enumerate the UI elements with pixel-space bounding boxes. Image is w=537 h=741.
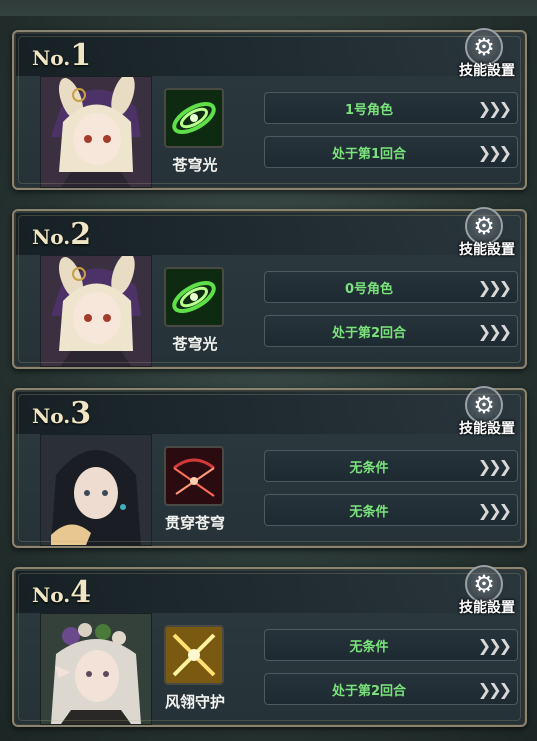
skill-settings-label[interactable]: 技能設置	[459, 60, 515, 80]
condition-1-button[interactable]: 0号角色 ❯❯❯	[264, 271, 518, 303]
rank-prefix: No.	[32, 225, 71, 249]
rank-number: 4	[70, 575, 92, 610]
triple-chevron-right-icon: ❯❯❯	[477, 142, 512, 162]
condition-1-button[interactable]: 1号角色 ❯❯❯	[264, 92, 518, 124]
condition-1-button[interactable]: 无条件 ❯❯❯	[264, 629, 518, 661]
skill-slot-card-2: No.2 ⚙ 技能設置 苍穹光 0号角色 ❯❯❯ 处于第2回合 ❯❯❯	[12, 207, 527, 369]
condition-2-button[interactable]: 无条件 ❯❯❯	[264, 494, 518, 526]
rank-label: No.4	[32, 575, 91, 610]
condition-text: 1号角色	[344, 102, 394, 118]
character-portrait-3	[40, 434, 152, 546]
skill-icon-golden-swords[interactable]	[164, 625, 224, 685]
condition-2-button[interactable]: 处于第1回合 ❯❯❯	[264, 136, 518, 168]
rank-prefix: No.	[32, 404, 71, 428]
triple-chevron-right-icon: ❯❯❯	[477, 321, 512, 341]
skill-slot-card-3: No.3 ⚙ 技能設置 贯穿苍穹 无条件 ❯❯❯ 无条件 ❯❯❯	[12, 386, 527, 548]
character-portrait-4	[40, 613, 152, 725]
rank-label: No.3	[32, 396, 91, 431]
rank-prefix: No.	[32, 46, 71, 70]
condition-text: 处于第2回合	[331, 325, 407, 341]
skill-icon-green-swirl[interactable]	[164, 88, 224, 148]
rank-number: 3	[70, 396, 92, 431]
triple-chevron-right-icon: ❯❯❯	[477, 635, 512, 655]
rank-label: No.2	[32, 217, 91, 252]
top-background-strip	[0, 0, 537, 16]
card-header	[16, 392, 523, 434]
card-header	[16, 213, 523, 255]
condition-text: 处于第1回合	[331, 146, 407, 162]
skill-slot-card-4: No.4 ⚙ 技能設置 风翎守护 无条件 ❯❯❯ 处于第2回合 ❯❯❯	[12, 565, 527, 727]
rank-number: 2	[70, 217, 92, 252]
character-portrait-1	[40, 76, 152, 188]
skill-name: 风翎守护	[164, 693, 225, 711]
skill-icon-red-bow[interactable]	[164, 446, 224, 506]
skill-name: 苍穹光	[172, 156, 218, 174]
rank-prefix: No.	[32, 583, 71, 607]
condition-text: 无条件	[349, 504, 389, 520]
skill-settings-label[interactable]: 技能設置	[459, 597, 515, 617]
rank-number: 1	[70, 38, 92, 73]
condition-text: 处于第2回合	[331, 683, 407, 699]
condition-1-button[interactable]: 无条件 ❯❯❯	[264, 450, 518, 482]
condition-text: 无条件	[349, 460, 389, 476]
triple-chevron-right-icon: ❯❯❯	[477, 456, 512, 476]
skill-name: 苍穹光	[172, 335, 218, 353]
skill-slot-card-1: No.1 ⚙ 技能設置 苍穹光 1号角色 ❯❯❯ 处于第1回合 ❯❯❯	[12, 28, 527, 190]
skill-name: 贯穿苍穹	[164, 514, 225, 532]
skill-settings-label[interactable]: 技能設置	[459, 418, 515, 438]
condition-text: 0号角色	[344, 281, 394, 297]
skill-settings-label[interactable]: 技能設置	[459, 239, 515, 259]
condition-2-button[interactable]: 处于第2回合 ❯❯❯	[264, 673, 518, 705]
triple-chevron-right-icon: ❯❯❯	[477, 500, 512, 520]
card-header	[16, 34, 523, 76]
condition-text: 无条件	[349, 639, 389, 655]
card-header	[16, 571, 523, 613]
rank-label: No.1	[32, 38, 91, 73]
skill-icon-green-swirl[interactable]	[164, 267, 224, 327]
triple-chevron-right-icon: ❯❯❯	[477, 98, 512, 118]
triple-chevron-right-icon: ❯❯❯	[477, 679, 512, 699]
triple-chevron-right-icon: ❯❯❯	[477, 277, 512, 297]
character-portrait-2	[40, 255, 152, 367]
condition-2-button[interactable]: 处于第2回合 ❯❯❯	[264, 315, 518, 347]
